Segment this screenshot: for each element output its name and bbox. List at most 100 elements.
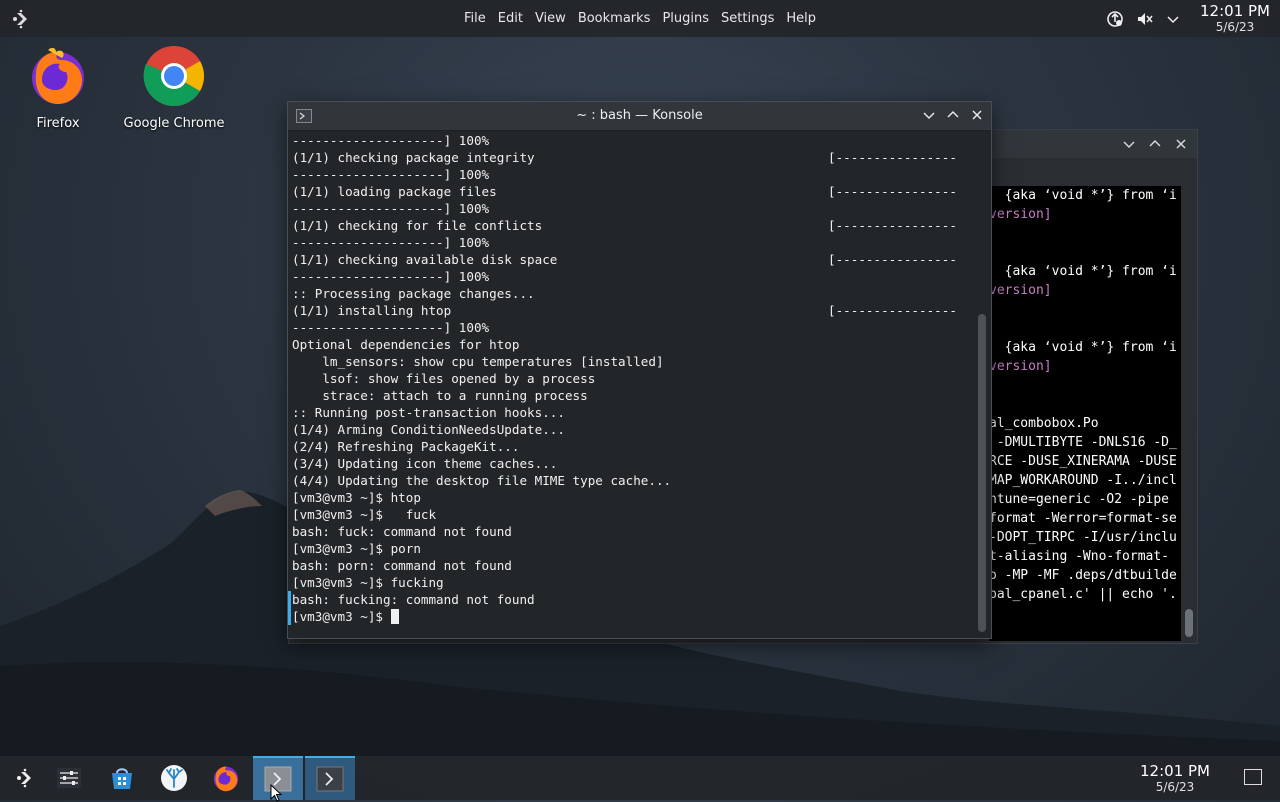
background-terminal-line: {aka ‘void *’} from ‘i: [989, 262, 1181, 281]
taskbar-plasma[interactable]: [149, 756, 199, 800]
background-scrollbar[interactable]: [1185, 186, 1193, 641]
background-terminal-line: bal_cpanel.c' || echo '.: [989, 585, 1181, 604]
terminal-line-text: (4/4) Updating the desktop file MIME typ…: [292, 473, 672, 488]
terminal-line: (1/1) installing htop [----------------: [292, 302, 971, 319]
background-terminal-line: t-aliasing -Wno-format-: [989, 547, 1181, 566]
window-title: ~ : bash — Konsole: [576, 108, 703, 123]
terminal-line: (1/1) checking available disk space [----…: [292, 251, 971, 268]
menu-plugins[interactable]: Plugins: [656, 11, 715, 26]
system-tray: 12:01 PM 5/6/23: [1106, 0, 1270, 37]
store-bag-icon: [112, 768, 132, 789]
minimize-icon[interactable]: [921, 107, 937, 123]
maximize-icon[interactable]: [1147, 136, 1163, 152]
terminal-line: --------------------] 100%: [292, 319, 971, 336]
taskbar-discover[interactable]: [97, 756, 147, 800]
terminal-line: strace: attach to a running process: [292, 387, 971, 404]
background-terminal-line: [989, 224, 1181, 243]
close-icon[interactable]: [1173, 136, 1189, 152]
chevron-down-icon[interactable]: [1166, 12, 1180, 26]
terminal-line: --------------------] 100%: [292, 200, 971, 217]
background-line-text: o -MP -MF .deps/dtbuilde: [989, 568, 1177, 583]
background-terminal-line: al_combobox.Po: [989, 414, 1181, 433]
background-terminal-line: [989, 319, 1181, 338]
background-line-text: al_combobox.Po: [989, 416, 1099, 431]
menu-file[interactable]: File: [458, 11, 492, 26]
terminal-line-text: --------------------] 100%: [292, 320, 490, 335]
terminal-line-text: bash: fucking: command not found: [292, 592, 535, 607]
terminal-line-text: :: Running post-transaction hooks...: [292, 405, 565, 420]
background-line-text: ntune=generic -O2 -pipe: [989, 492, 1177, 507]
terminal-line-text: (1/1) installing htop: [292, 303, 452, 318]
background-terminal-line: [989, 395, 1181, 414]
background-line-text: version]: [989, 207, 1052, 222]
scrollbar-thumb[interactable]: [978, 314, 986, 632]
settings-sliders-icon: [57, 768, 81, 788]
background-terminal-line: [989, 243, 1181, 262]
desktop-icon-label: Firefox: [36, 116, 80, 131]
desktop-icon-firefox[interactable]: Firefox: [3, 44, 113, 131]
konsole-titlebar[interactable]: ~ : bash — Konsole: [288, 102, 991, 131]
progress-bar-text: [----------------: [828, 303, 957, 318]
terminal-line: --------------------] 100%: [292, 132, 971, 149]
menu-settings[interactable]: Settings: [715, 11, 780, 26]
menu-view[interactable]: View: [529, 11, 572, 26]
terminal-line-text: (1/1) loading package files: [292, 184, 497, 199]
terminal-line: lm_sensors: show cpu temperatures [insta…: [292, 353, 971, 370]
konsole-window[interactable]: ~ : bash — Konsole --------------------]…: [287, 101, 992, 639]
menu-bookmarks[interactable]: Bookmarks: [572, 11, 657, 26]
taskbar-firefox[interactable]: [201, 756, 251, 800]
background-terminal-line: {aka ‘void *’} from ‘i: [989, 338, 1181, 357]
terminal-prompt-line[interactable]: [vm3@vm3 ~]$: [292, 608, 971, 625]
background-terminal-output[interactable]: {aka ‘void *’} from ‘i version] {aka ‘voi…: [989, 186, 1181, 641]
terminal-line: bash: fuck: command not found: [292, 523, 971, 540]
background-line-text: t-aliasing -Wno-format-: [989, 549, 1170, 564]
update-icon[interactable]: [1106, 10, 1124, 28]
clock-date: 5/6/23: [1155, 780, 1195, 794]
terminal-line-text: bash: porn: command not found: [292, 558, 512, 573]
chrome-icon: [143, 46, 205, 107]
terminal-line-text: --------------------] 100%: [292, 167, 490, 182]
terminal-line-text: (3/4) Updating icon theme caches...: [292, 456, 558, 471]
background-line-text: -DOPT_TIRPC -I/usr/inclu: [989, 530, 1177, 545]
background-terminal-line: RCE -DUSE_XINERAMA -DUSE: [989, 452, 1181, 471]
terminal-line-text: strace: attach to a running process: [292, 388, 588, 403]
terminal-line: [vm3@vm3 ~]$ porn: [292, 540, 971, 557]
background-terminal-line: ntune=generic -O2 -pipe: [989, 490, 1181, 509]
firefox-icon: [213, 766, 239, 792]
taskbar-system-settings[interactable]: [44, 756, 94, 800]
close-icon[interactable]: [969, 107, 985, 123]
background-line-text: bal_cpanel.c' || echo '.: [989, 587, 1177, 602]
terminal-line-text: lm_sensors: show cpu temperatures [insta…: [292, 354, 664, 369]
terminal-line-text: bash: fuck: command not found: [292, 524, 512, 539]
background-terminal-line: -DOPT_TIRPC -I/usr/inclu: [989, 528, 1181, 547]
terminal-line-text: Optional dependencies for htop: [292, 337, 520, 352]
terminal-output[interactable]: --------------------] 100% (1/1) checking…: [292, 132, 971, 636]
background-line-text: -DMULTIBYTE -DNLS16 -D_: [989, 435, 1177, 450]
taskbar-clock[interactable]: 12:01 PM 5/6/23: [1140, 764, 1210, 794]
background-terminal-line: version]: [989, 205, 1181, 224]
minimize-icon[interactable]: [1121, 136, 1137, 152]
terminal-scrollbar[interactable]: [977, 132, 987, 632]
menu-help[interactable]: Help: [780, 11, 822, 26]
terminal-line-text: --------------------] 100%: [292, 201, 490, 216]
top-clock[interactable]: 12:01 PM 5/6/23: [1200, 4, 1270, 34]
terminal-line: [vm3@vm3 ~]$ fuck: [292, 506, 971, 523]
terminal-line-text: [vm3@vm3 ~]$ htop: [292, 490, 421, 505]
progress-bar-text: [----------------: [828, 184, 957, 199]
maximize-icon[interactable]: [945, 107, 961, 123]
terminal-line: (2/4) Refreshing PackageKit...: [292, 438, 971, 455]
volume-muted-icon[interactable]: [1136, 10, 1154, 28]
progress-bar-text: [----------------: [828, 252, 957, 267]
background-line-text: version]: [989, 359, 1052, 374]
background-line-text: {aka ‘void *’} from ‘i: [989, 264, 1177, 279]
terminal-line: lsof: show files opened by a process: [292, 370, 971, 387]
taskbar-app-launcher[interactable]: [0, 756, 50, 800]
terminal-line: (1/1) checking for file conflicts [------…: [292, 217, 971, 234]
taskbar-konsole-2[interactable]: [305, 756, 355, 800]
firefox-icon: [32, 47, 84, 104]
show-desktop-button[interactable]: [1244, 769, 1262, 785]
menu-edit[interactable]: Edit: [492, 11, 529, 26]
terminal-line-text: --------------------] 100%: [292, 235, 490, 250]
desktop-icon-chrome[interactable]: Google Chrome: [119, 44, 229, 131]
terminal-line: (3/4) Updating icon theme caches...: [292, 455, 971, 472]
